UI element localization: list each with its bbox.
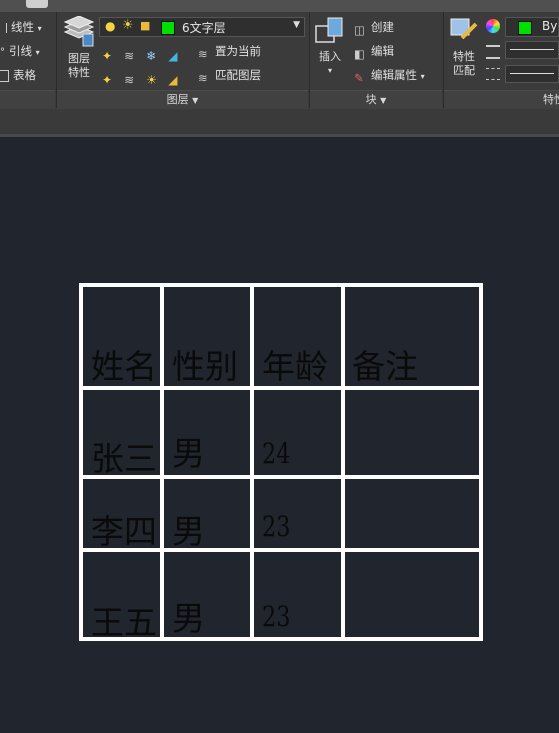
linetype-button[interactable]: 线性 ▾ xyxy=(0,19,42,37)
table-cell: 张三 xyxy=(91,439,157,478)
leader-icon: ° xyxy=(0,47,5,58)
layer-properties-label-1: 图层 xyxy=(68,52,90,65)
edit-attributes-label: 编辑属性 xyxy=(371,68,417,82)
layer-isolate-icon[interactable]: ≋ xyxy=(124,49,138,63)
create-block-button[interactable]: ◫ 创建 xyxy=(354,19,394,37)
title-strip xyxy=(0,0,559,12)
table-header-gender: 性别 xyxy=(172,347,238,386)
layer-lock-icon[interactable]: ◢ xyxy=(168,49,182,63)
properties-panel-title-label: 特性 xyxy=(543,93,559,106)
match-properties-button[interactable]: 特性 匹配 xyxy=(446,16,482,78)
chevron-down-icon: ▾ xyxy=(327,66,332,75)
edit-attributes-button[interactable]: ✎ 编辑属性 ▾ xyxy=(354,67,425,85)
layers-panel-title[interactable]: 图层 ▼ xyxy=(57,90,308,109)
table-cell: 24 xyxy=(262,437,291,470)
edit-attributes-icon: ✎ xyxy=(354,70,364,85)
sun-icon: ☀ xyxy=(122,18,134,33)
layer-unlock-icon[interactable]: ◢ xyxy=(168,73,182,87)
linetype-list-icon xyxy=(486,68,500,80)
insert-label: 插入 xyxy=(319,50,341,63)
layer-off-icon[interactable]: ✦ xyxy=(102,49,116,63)
layer-stack-icon xyxy=(63,15,95,47)
linetype-label: 线性 xyxy=(11,20,34,34)
set-current-label: 置为当前 xyxy=(215,44,261,58)
table-header-name: 姓名 xyxy=(91,347,157,386)
block-panel-title-label: 块 xyxy=(365,93,377,106)
edit-block-icon: ◧ xyxy=(354,46,365,61)
table-cell: 男 xyxy=(172,599,205,638)
layer-color-swatch xyxy=(161,21,175,35)
chevron-down-icon: ▾ xyxy=(37,24,42,33)
table-cell: 李四 xyxy=(91,512,157,551)
current-layer-name: 6文字层 xyxy=(182,21,226,35)
properties-panel-title[interactable]: 特性 xyxy=(444,90,559,109)
layer-on-icon[interactable]: ✦ xyxy=(102,73,116,87)
match-properties-icon xyxy=(450,18,478,40)
match-properties-label-1: 特性 xyxy=(453,50,475,63)
table-cell: 男 xyxy=(172,434,205,473)
block-panel-title[interactable]: 块 ▼ xyxy=(310,90,442,109)
chevron-down-icon: ▼ xyxy=(192,96,199,105)
create-block-icon: ◫ xyxy=(354,22,365,37)
match-properties-label-2: 匹配 xyxy=(453,64,475,77)
edit-block-button[interactable]: ◧ 编辑 xyxy=(354,43,394,61)
unlock-icon: ■ xyxy=(140,19,151,32)
lineweight-dropdown[interactable] xyxy=(505,41,559,59)
insert-button[interactable]: 插入 ▾ xyxy=(312,16,348,78)
quick-access-tab[interactable] xyxy=(26,0,48,8)
chevron-down-icon: ▼ xyxy=(380,96,387,105)
layer-properties-button[interactable]: 图层 特性 xyxy=(60,15,98,80)
match-layer-icon: ≋ xyxy=(198,70,208,85)
set-current-icon: ≋ xyxy=(198,46,208,61)
layers-panel-title-label: 图层 xyxy=(166,93,189,106)
edit-label: 编辑 xyxy=(371,44,394,58)
layer-tools-row-1: ✦ ≋ ❄ ◢ xyxy=(102,44,185,63)
bylayer-label: By xyxy=(542,19,558,33)
set-current-button[interactable]: ≋ 置为当前 xyxy=(198,43,261,61)
layer-thaw-icon[interactable]: ☀ xyxy=(146,73,160,87)
drawing-canvas[interactable] xyxy=(0,137,559,733)
create-label: 创建 xyxy=(371,20,394,34)
ribbon: 线性 ▾ ° 引线 ▾ 表格 图层 特性 ● ☀ ■ 6文字层 ▼ ✦ ≋ ❄ ◢… xyxy=(0,0,559,111)
layer-unisolate-icon[interactable]: ≋ xyxy=(124,73,138,87)
chevron-down-icon: ▾ xyxy=(35,48,40,57)
lightbulb-icon: ● xyxy=(105,19,116,33)
linetype-icon xyxy=(0,22,7,33)
color-dropdown[interactable]: By xyxy=(505,17,559,37)
layer-freeze-icon[interactable]: ❄ xyxy=(146,49,160,63)
chevron-down-icon: ▼ xyxy=(293,20,300,30)
table-header-age: 年龄 xyxy=(262,347,328,386)
table-header-notes: 备注 xyxy=(352,347,418,386)
table-icon xyxy=(0,69,9,82)
match-layer-button[interactable]: ≋ 匹配图层 xyxy=(198,67,261,85)
insert-block-icon xyxy=(315,17,343,43)
layer-tools-row-2: ✦ ≋ ☀ ◢ xyxy=(102,68,185,87)
table-cell: 23 xyxy=(262,510,291,543)
match-layer-label: 匹配图层 xyxy=(215,68,261,82)
leader-label: 引线 xyxy=(9,44,32,58)
table-cell: 23 xyxy=(262,600,291,633)
table-button[interactable]: 表格 xyxy=(0,67,36,83)
color-wheel-icon[interactable] xyxy=(486,19,500,33)
annotation-panel-title xyxy=(0,90,55,109)
table-label: 表格 xyxy=(13,68,36,82)
file-tab-bar xyxy=(0,110,559,136)
lineweight-icon xyxy=(486,45,500,59)
chevron-down-icon: ▾ xyxy=(420,72,425,81)
bylayer-color-swatch xyxy=(518,21,532,35)
table-cell: 王五 xyxy=(91,603,157,642)
leader-button[interactable]: ° 引线 ▾ xyxy=(0,43,40,61)
layer-dropdown[interactable]: ● ☀ ■ 6文字层 ▼ xyxy=(99,17,305,37)
linetype-dropdown[interactable] xyxy=(505,65,559,83)
layer-properties-label-2: 特性 xyxy=(68,66,90,79)
table-cell: 男 xyxy=(172,512,205,551)
